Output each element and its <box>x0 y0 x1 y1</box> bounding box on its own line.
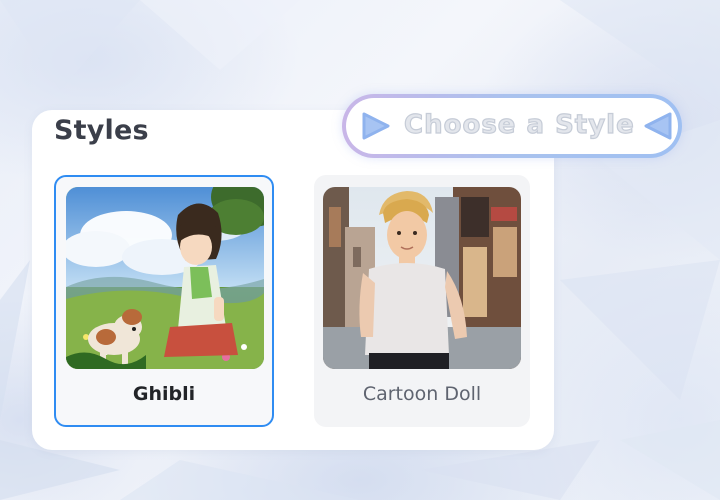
style-label-cartoon-doll: Cartoon Doll <box>362 383 482 405</box>
cartoon-doll-thumbnail <box>323 187 521 369</box>
choose-style-banner-inner: Choose a Style <box>346 98 678 154</box>
choose-style-text: Choose a Style <box>403 109 635 140</box>
style-card-cartoon-doll[interactable]: Cartoon Doll <box>314 175 530 427</box>
panel-title: Styles <box>54 115 149 146</box>
choose-style-banner: Choose a Style <box>342 94 682 158</box>
play-right-icon <box>362 112 390 140</box>
styles-panel: Styles Ghibli Cartoon Doll <box>32 110 554 450</box>
style-card-ghibli[interactable]: Ghibli <box>54 175 274 427</box>
style-label-ghibli: Ghibli <box>132 383 196 405</box>
ghibli-thumbnail <box>66 187 264 369</box>
play-left-icon <box>644 112 672 140</box>
